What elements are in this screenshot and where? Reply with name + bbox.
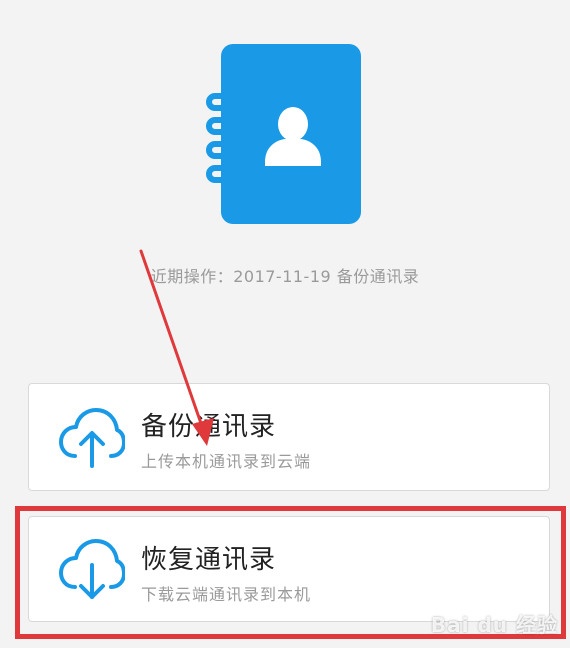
recent-operation-text: 近期操作：2017-11-19 备份通讯录	[150, 267, 420, 286]
backup-title: 备份通讯录	[141, 412, 277, 442]
restore-subtitle: 下载云端通讯录到本机	[141, 585, 312, 604]
cloud-upload-icon	[59, 408, 125, 468]
restore-contacts-button[interactable]: 恢复通讯录 下载云端通讯录到本机	[28, 516, 550, 622]
cloud-download-icon	[59, 539, 125, 599]
backup-contacts-button[interactable]: 备份通讯录 上传本机通讯录到云端	[28, 383, 550, 491]
restore-title: 恢复通讯录	[141, 545, 277, 575]
contact-book-icon	[206, 44, 361, 224]
contacts-backup-screen: 近期操作：2017-11-19 备份通讯录 备份通讯录 上传本机通讯录到云端 恢…	[0, 0, 570, 648]
backup-subtitle: 上传本机通讯录到云端	[141, 452, 312, 471]
watermark: Bai du 经验	[430, 613, 558, 637]
